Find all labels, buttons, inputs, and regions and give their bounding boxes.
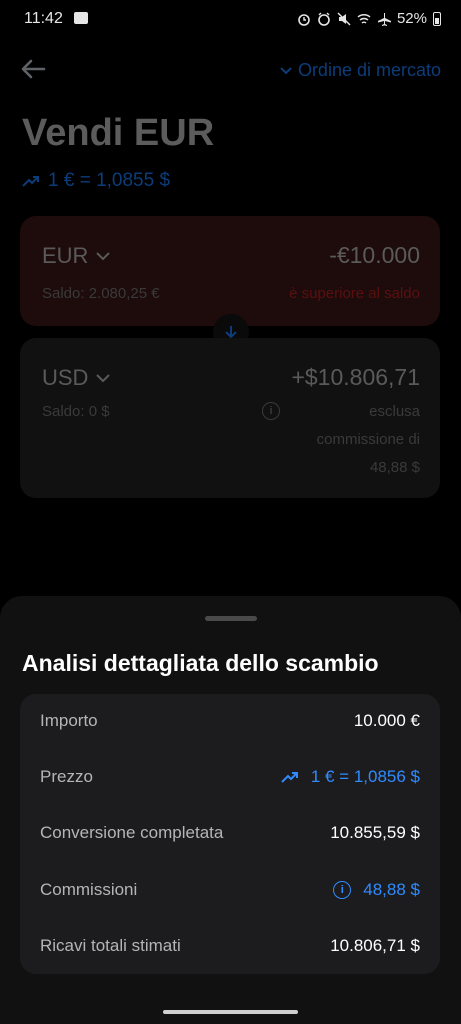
- row-value[interactable]: i 48,88 $: [333, 880, 420, 900]
- wifi-icon: [357, 13, 371, 24]
- row-value: 10.000 €: [353, 711, 420, 730]
- row-label: Prezzo: [40, 767, 93, 786]
- order-type-label: Ordine di mercato: [297, 60, 441, 80]
- status-time: 11:42: [24, 10, 63, 27]
- mute-icon: [337, 12, 351, 25]
- fee-note-line2: commissione di: [316, 431, 420, 448]
- trend-up-icon: [281, 772, 298, 783]
- airplane-icon: [377, 12, 391, 26]
- row-label: Importo: [40, 711, 98, 730]
- row-fees: Commissioni i 48,88 $: [40, 880, 420, 900]
- buy-amount[interactable]: +$10.806,71: [291, 364, 420, 391]
- row-label: Commissioni: [40, 880, 138, 899]
- info-icon: i: [333, 881, 352, 899]
- exchange-rate: 1 € = 1,0855 $: [22, 170, 170, 192]
- row-amount: Importo 10.000 €: [40, 711, 420, 731]
- row-value: 10.806,71 $: [330, 936, 420, 955]
- sell-card[interactable]: [20, 216, 440, 326]
- battery-icon: [433, 11, 441, 26]
- status-icons: 52%: [297, 10, 441, 27]
- alarm-icon: [298, 13, 310, 26]
- info-icon[interactable]: i: [262, 402, 280, 420]
- exchange-rate-text: 1 € = 1,0855 $: [48, 170, 171, 191]
- sell-currency: EUR: [42, 243, 89, 268]
- sell-amount[interactable]: -€10.000: [329, 242, 420, 269]
- fee-note-line3: 48,88 $: [369, 459, 420, 476]
- chevron-down-icon: [96, 373, 111, 382]
- sheet-title: Analisi dettagliata dello scambio: [22, 650, 379, 676]
- row-label: Conversione completata: [40, 823, 224, 842]
- buy-currency-selector[interactable]: USD: [42, 365, 111, 391]
- fees-value: 48,88 $: [363, 880, 420, 899]
- sell-balance: Saldo: 2.080,25 €: [42, 285, 160, 302]
- home-indicator[interactable]: [163, 1010, 298, 1014]
- price-value: 1 € = 1,0856 $: [310, 767, 420, 786]
- order-type-selector[interactable]: Ordine di mercato: [280, 60, 441, 81]
- row-value[interactable]: 1 € = 1,0856 $: [281, 767, 420, 787]
- row-conversion: Conversione completata 10.855,59 $: [40, 823, 420, 843]
- row-label: Ricavi totali stimati: [40, 936, 181, 955]
- buy-currency: USD: [42, 365, 89, 390]
- arrow-down-icon: [225, 326, 237, 339]
- chevron-down-icon: [280, 66, 292, 74]
- chevron-down-icon: [96, 251, 111, 260]
- trend-up-icon: [22, 176, 39, 187]
- buy-balance: Saldo: 0 $: [42, 403, 110, 420]
- alarm-clock-icon: [318, 12, 330, 26]
- fee-note-line1: esclusa: [369, 403, 420, 420]
- balance-warning: è superiore al saldo: [289, 285, 420, 302]
- back-arrow-icon[interactable]: [20, 58, 46, 80]
- page-title: Vendi EUR: [22, 112, 215, 154]
- system-nav-bar: [0, 1004, 461, 1024]
- row-total: Ricavi totali stimati 10.806,71 $: [40, 936, 420, 956]
- battery-percent: 52%: [396, 10, 427, 27]
- sheet-drag-handle[interactable]: [205, 616, 257, 621]
- row-value: 10.855,59 $: [330, 823, 420, 842]
- image-icon: [74, 12, 88, 24]
- row-price: Prezzo 1 € = 1,0856 $: [40, 767, 420, 787]
- sell-currency-selector[interactable]: EUR: [42, 243, 111, 269]
